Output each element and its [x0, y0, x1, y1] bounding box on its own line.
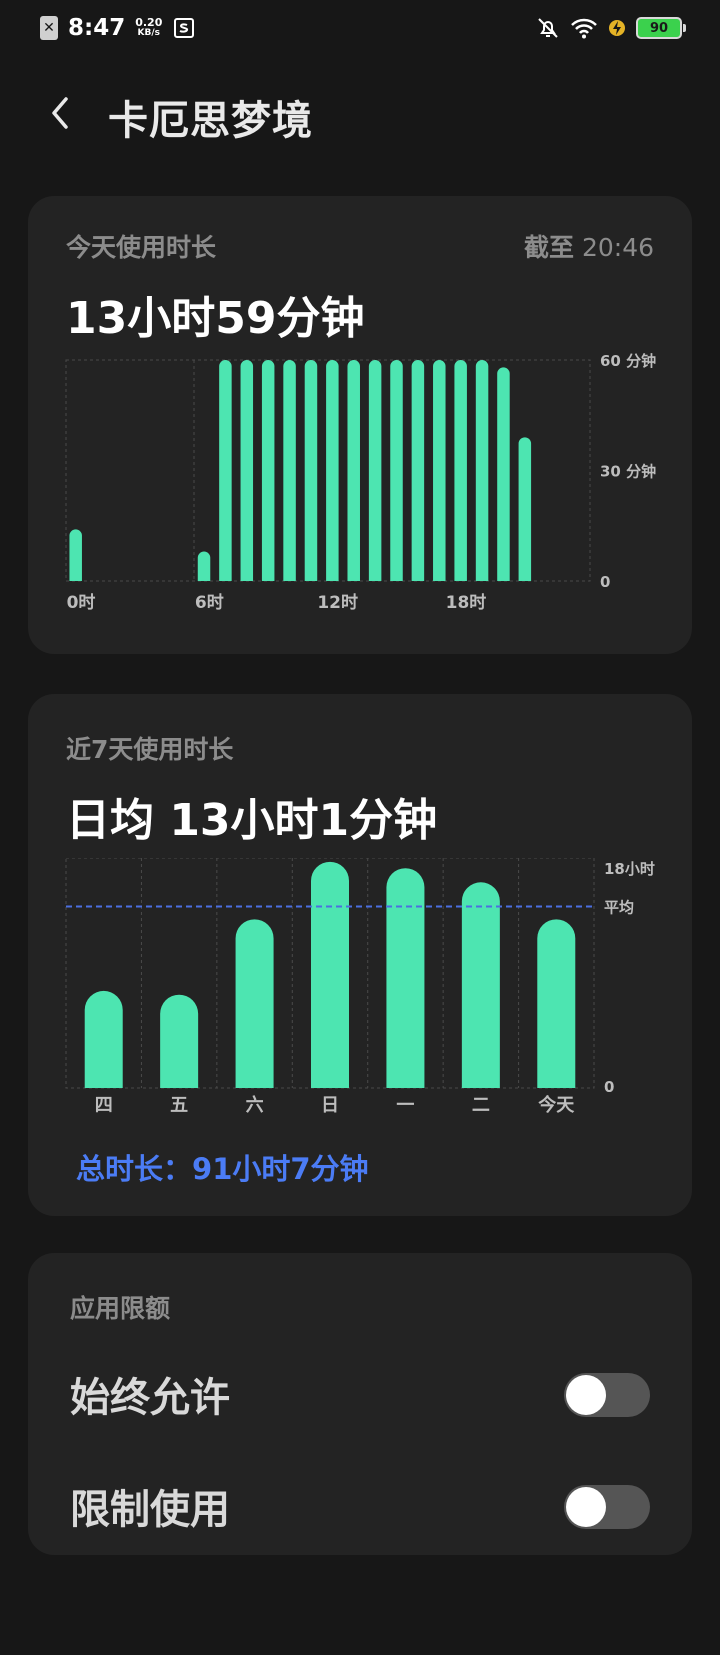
week-total-prefix: 总时长：	[76, 1152, 193, 1186]
today-usage-card: 今天使用时长 截至 20:46 13小时59分钟 0时 6时 12时 18时 60 分钟…	[28, 196, 692, 654]
app-limits-card: 应用限额 始终允许 限制使用	[28, 1253, 692, 1555]
y-tick-label: 60 分钟	[600, 352, 656, 370]
hour-bar-13	[347, 360, 360, 581]
always-allow-label: 始终允许	[70, 1375, 230, 1421]
toggle-knob	[566, 1375, 606, 1415]
hour-bar-0	[69, 529, 82, 581]
x-tick-label: 日	[321, 1095, 339, 1116]
battery-level: 90	[649, 20, 669, 36]
x-tick-label: 6时	[195, 593, 224, 613]
hour-bar-11	[304, 360, 318, 581]
today-hourly-chart: 0时 6时 12时 18时 60 分钟 30 分钟 0	[65, 352, 656, 613]
day-bar-六	[235, 919, 274, 1088]
hour-bar-16	[411, 360, 425, 581]
x-tick-label: 0时	[67, 593, 96, 613]
hour-bar-8	[240, 360, 254, 581]
as-of-value: 20:46	[581, 233, 654, 262]
network-speed-unit: KB/s	[137, 28, 161, 38]
hour-bar-14	[368, 360, 382, 581]
y-tick-label: 18小时	[604, 860, 655, 878]
x-tick-label: 六	[246, 1094, 264, 1116]
toggle-knob	[566, 1487, 606, 1527]
notification-app-icon	[174, 18, 195, 38]
hour-bar-21	[518, 437, 532, 581]
week-total-value: 91小时7分钟	[192, 1152, 369, 1186]
hour-bar-7	[219, 360, 232, 581]
daily-average: 日均 13小时1分钟	[66, 795, 438, 846]
header: 卡厄思梦境	[0, 80, 720, 152]
wifi-icon	[571, 18, 597, 39]
always-allow-row[interactable]: 始终允许	[28, 1345, 692, 1435]
day-bar-今天	[537, 919, 576, 1088]
hour-bar-17	[433, 360, 446, 581]
day-bar-五	[160, 994, 199, 1088]
always-allow-toggle[interactable]	[564, 1373, 650, 1417]
restrict-usage-label: 限制使用	[70, 1487, 230, 1533]
x-tick-label: 二	[472, 1095, 490, 1116]
x-tick-label: 12时	[317, 593, 358, 613]
y-tick-label: 0	[600, 573, 610, 591]
restrict-usage-row[interactable]: 限制使用	[28, 1457, 692, 1547]
battery-icon: 90	[636, 17, 686, 39]
today-usage-label: 今天使用时长	[66, 233, 217, 262]
charging-icon	[609, 20, 625, 36]
sim-card-icon: ✕	[40, 16, 58, 40]
mute-bell-icon	[538, 18, 558, 38]
hour-bar-10	[283, 360, 296, 581]
week-total: 总时长：91小时7分钟	[76, 1146, 369, 1188]
hour-bar-20	[497, 367, 510, 581]
status-time: 8:47	[68, 15, 126, 41]
day-bar-四	[84, 990, 123, 1088]
x-tick-label: 五	[170, 1095, 188, 1116]
week-usage-card: 近7天使用时长 日均 13小时1分钟 四 五 六 日 一 二 今天 18小时平均 0 总时长：9…	[28, 694, 692, 1216]
week-usage-label: 近7天使用时长	[66, 735, 234, 764]
y-tick-label: 0	[604, 1078, 614, 1096]
status-bar: ✕ 8:47 0.20 KB/s 90	[0, 0, 720, 56]
as-of-prefix: 截至	[523, 233, 574, 262]
x-tick-label: 一	[396, 1095, 414, 1116]
hour-bar-18	[454, 360, 467, 581]
x-tick-label: 今天	[538, 1094, 575, 1116]
hour-bar-12	[326, 360, 339, 581]
hour-bar-15	[390, 360, 403, 581]
week-daily-chart: 四 五 六 日 一 二 今天 18小时平均 0	[65, 858, 655, 1116]
x-tick-label: 四	[95, 1095, 113, 1116]
page-title: 卡厄思梦境	[108, 98, 313, 144]
today-total: 13小时59分钟	[66, 293, 365, 344]
hour-bar-9	[261, 360, 275, 581]
day-bar-一	[386, 868, 425, 1088]
y-tick-label: 30 分钟	[600, 463, 656, 481]
network-speed: 0.20 KB/s	[135, 17, 162, 39]
hour-bar-6	[197, 551, 211, 581]
back-button[interactable]	[38, 90, 84, 136]
network-speed-value: 0.20	[135, 16, 163, 29]
x-tick-label: 18时	[446, 593, 487, 613]
back-arrow-icon	[52, 97, 68, 129]
as-of-time: 截至 20:46	[524, 228, 654, 264]
y-tick-label: 平均	[604, 899, 634, 917]
app-limits-label: 应用限额	[70, 1294, 171, 1323]
restrict-usage-toggle[interactable]	[564, 1485, 650, 1529]
hour-bar-19	[475, 360, 489, 581]
day-bar-二	[461, 882, 500, 1088]
day-bar-日	[311, 861, 349, 1088]
